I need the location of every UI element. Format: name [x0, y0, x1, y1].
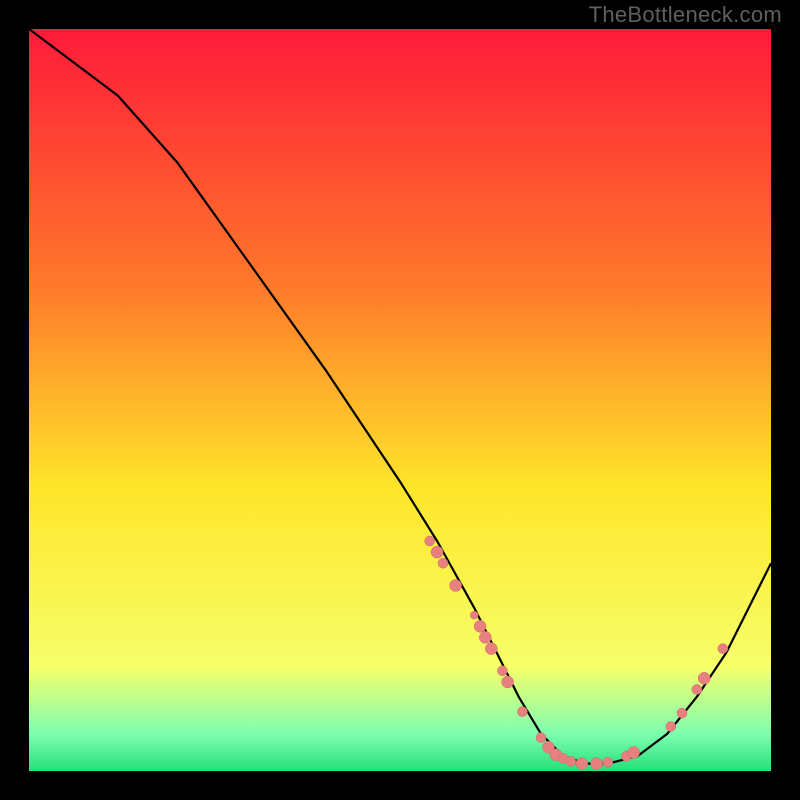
data-marker: [591, 758, 603, 770]
data-marker: [603, 757, 613, 767]
data-marker: [425, 536, 435, 546]
gradient-background: [29, 29, 771, 771]
data-marker: [450, 580, 462, 592]
data-marker: [438, 558, 448, 568]
data-marker: [692, 684, 702, 694]
data-marker: [485, 643, 497, 655]
data-marker: [479, 631, 491, 643]
bottleneck-chart: [29, 29, 771, 771]
plot-area: [29, 29, 771, 771]
data-marker: [431, 546, 443, 558]
data-marker: [677, 708, 687, 718]
data-marker: [628, 747, 640, 759]
data-marker: [566, 756, 576, 766]
data-marker: [474, 620, 486, 632]
data-marker: [718, 644, 728, 654]
data-marker: [517, 707, 527, 717]
watermark-text: TheBottleneck.com: [589, 2, 782, 28]
data-marker: [497, 666, 507, 676]
data-marker: [698, 672, 710, 684]
data-marker: [536, 733, 546, 743]
data-marker: [502, 676, 514, 688]
chart-frame: TheBottleneck.com: [0, 0, 800, 800]
data-marker: [576, 758, 588, 770]
data-marker: [666, 722, 676, 732]
data-marker: [470, 611, 478, 619]
